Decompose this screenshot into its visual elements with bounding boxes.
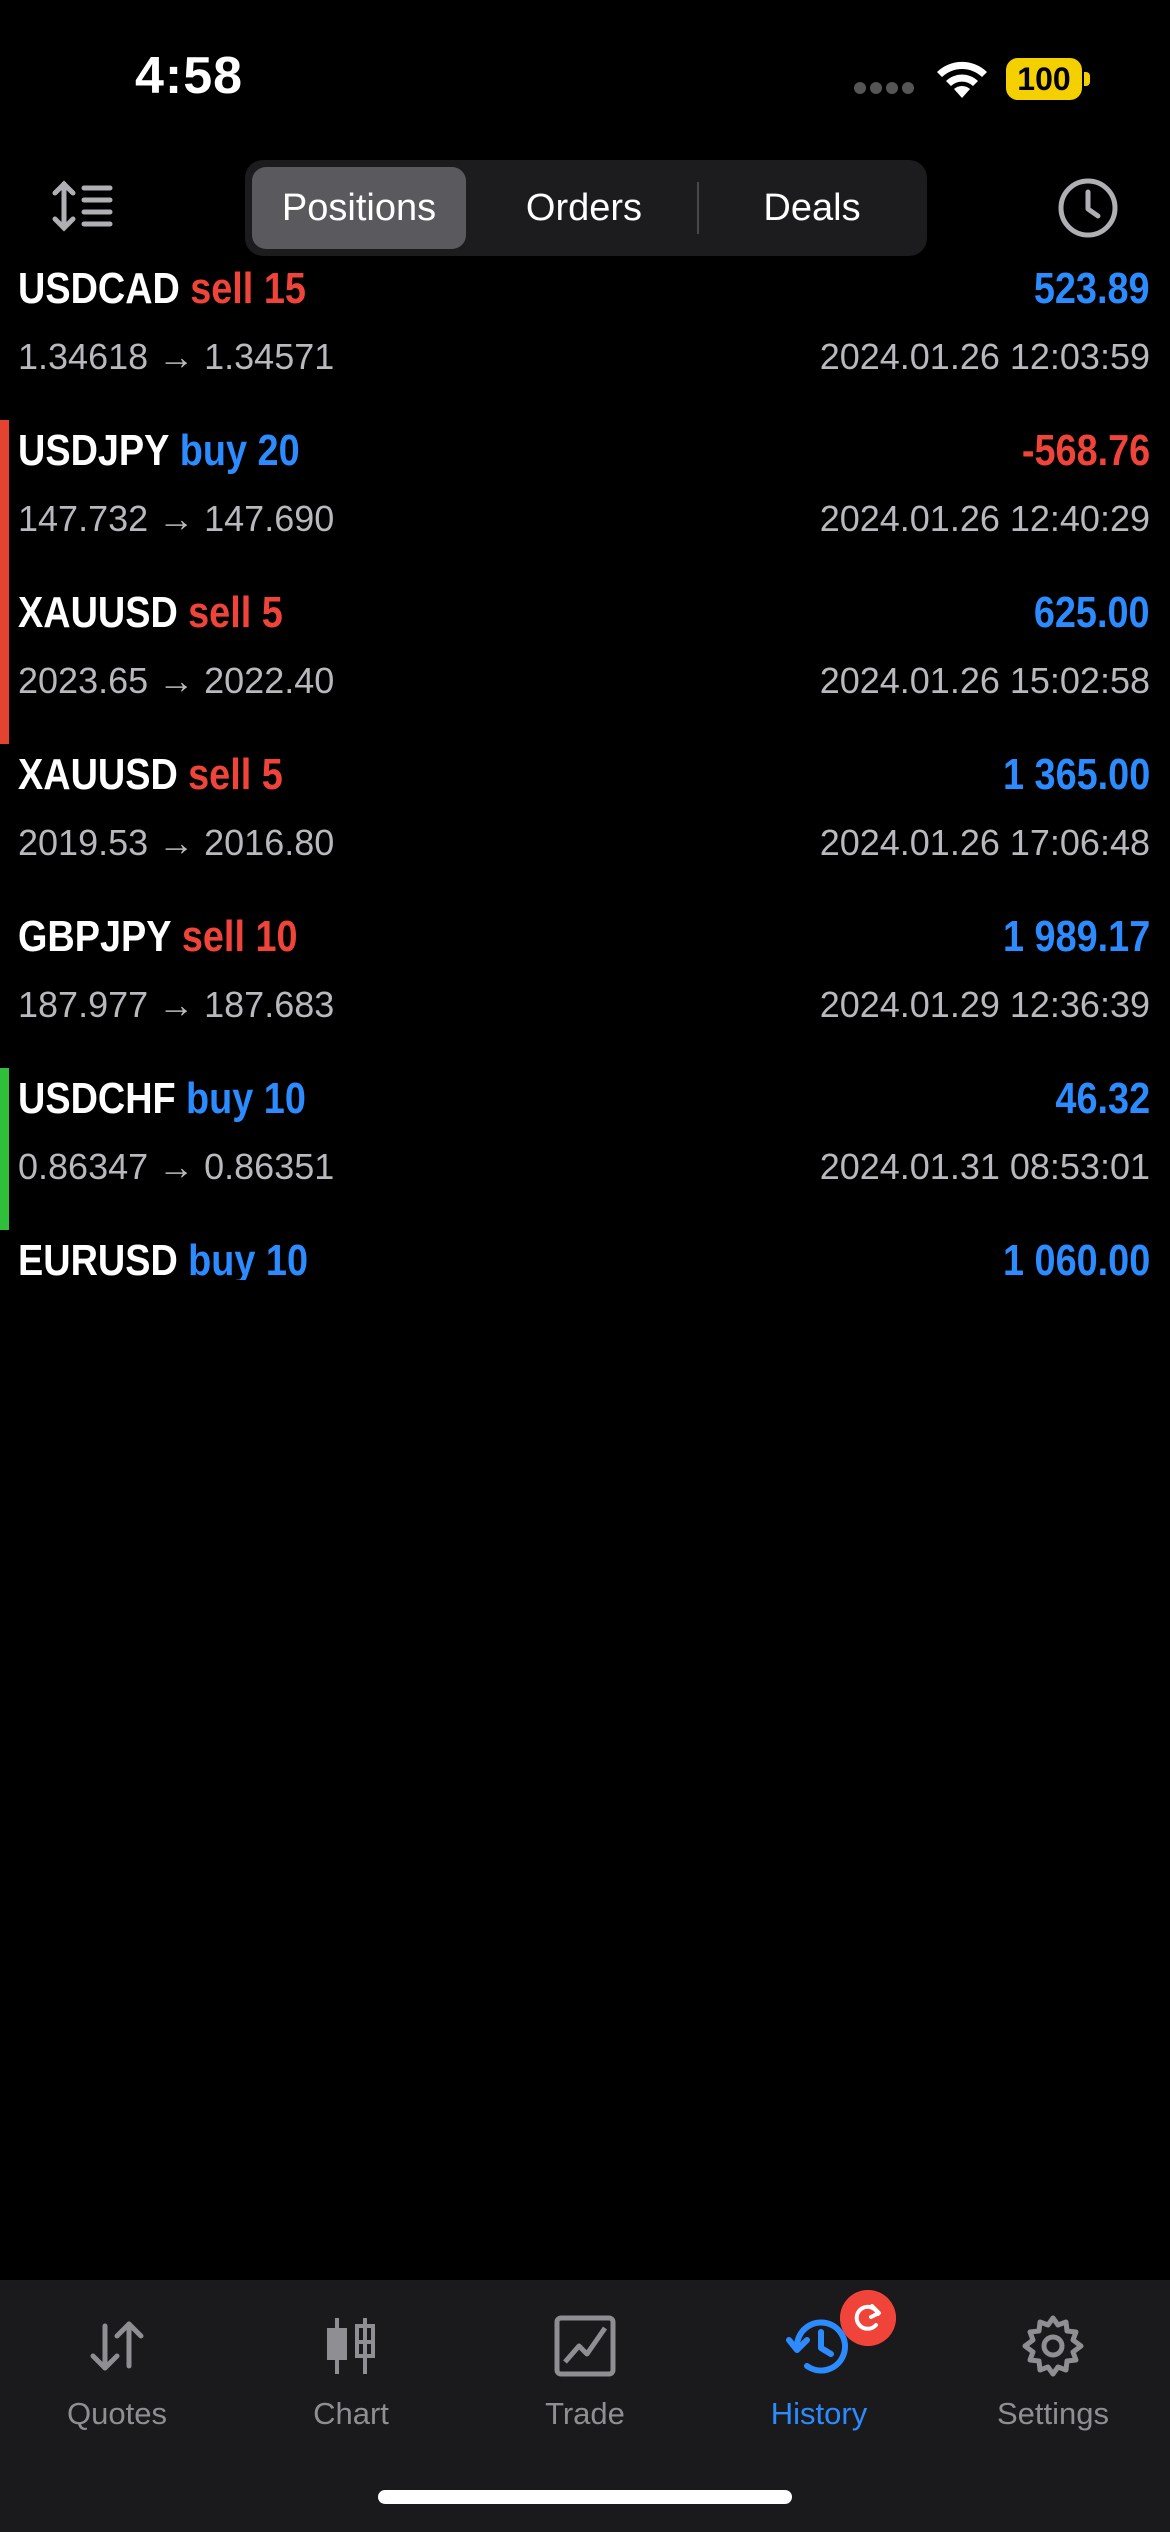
status-bar: 4:58 100	[0, 0, 1170, 150]
position-status-bar	[0, 1068, 9, 1230]
position-volume: 15	[263, 264, 306, 313]
refresh-badge-icon[interactable]	[840, 2290, 896, 2346]
tabbar-quotes[interactable]: Quotes	[0, 2302, 234, 2442]
position-pair: XAUUSD	[18, 750, 178, 799]
position-side-volume: buy 10	[188, 1236, 308, 1280]
position-volume: 10	[263, 1074, 306, 1123]
position-datetime: 2024.01.31 08:53:01	[819, 1146, 1150, 1187]
tab-deals[interactable]: Deals	[705, 167, 919, 249]
position-symbol: EURUSD buy 10	[18, 1236, 308, 1280]
position-volume: 5	[261, 750, 283, 799]
position-pair: GBPJPY	[18, 912, 172, 961]
position-datetime: 2024.01.26 12:40:29	[819, 498, 1150, 539]
position-profit: 625.00	[1034, 588, 1150, 637]
home-indicator	[378, 2490, 792, 2504]
segment-divider	[697, 182, 699, 234]
position-profit: 1 365.00	[1002, 750, 1150, 799]
position-symbol: USDCHF buy 10	[18, 1074, 306, 1124]
tabbar-chart-label: Chart	[313, 2396, 389, 2431]
position-prices: 1.34618 → 1.34571	[18, 336, 335, 377]
position-prices: 2019.53 → 2016.80	[18, 822, 335, 863]
position-prices: 147.732 → 147.690	[18, 498, 335, 539]
history-header: Positions Orders Deals	[0, 160, 1170, 256]
position-volume: 5	[261, 588, 283, 637]
period-clock-icon[interactable]	[1056, 176, 1120, 240]
position-pair: XAUUSD	[18, 588, 178, 637]
position-datetime: 2024.01.26 12:03:59	[819, 336, 1150, 377]
position-side: sell	[190, 264, 254, 313]
position-profit: 46.32	[1055, 1074, 1150, 1123]
position-side: buy	[179, 426, 248, 475]
position-profit: 1 060.00	[1002, 1236, 1150, 1280]
status-time: 4:58	[135, 47, 244, 105]
tabbar-settings-label: Settings	[996, 2396, 1109, 2431]
position-symbol: USDCAD sell 15	[18, 264, 306, 314]
position-profit: 523.89	[1034, 264, 1150, 313]
position-pair: USDJPY	[18, 426, 170, 475]
position-side-volume: buy 10	[186, 1074, 306, 1123]
trade-chart-icon	[554, 2315, 616, 2377]
tabbar-trade-label: Trade	[545, 2396, 625, 2431]
position-symbol: XAUUSD sell 5	[18, 750, 283, 800]
sort-icon[interactable]	[52, 178, 114, 234]
tabbar-history[interactable]: History	[702, 2302, 936, 2442]
positions-list[interactable]: USDCAD sell 15 523.89 1.34618 → 1.34571 2024…	[0, 258, 1170, 1280]
tab-orders[interactable]: Orders	[477, 167, 691, 249]
position-profit: 1 989.17	[1002, 912, 1150, 961]
position-status-bar	[0, 582, 9, 744]
position-side-volume: sell 5	[188, 588, 283, 637]
position-row[interactable]: USDCHF buy 10 46.32 0.86347 → 0.86351 2024.0…	[0, 1068, 1170, 1230]
candlestick-chart-icon	[327, 2318, 375, 2374]
position-side-volume: sell 10	[182, 912, 298, 961]
position-side-volume: buy 20	[180, 426, 300, 475]
position-row[interactable]: EURUSDbuy 101 060.001.08289 → 1.08395202…	[0, 1230, 1170, 1280]
position-volume: 20	[257, 426, 300, 475]
position-prices: 187.977 → 187.683	[18, 984, 335, 1025]
tabbar-settings[interactable]: Settings	[936, 2302, 1170, 2442]
position-prices: 0.86347 → 0.86351	[18, 1146, 335, 1187]
position-profit: -568.76	[1021, 426, 1150, 475]
position-symbol: GBPJPY sell 10	[18, 912, 298, 962]
position-row[interactable]: XAUUSD sell 5 1 365.00 2019.53 → 2016.80 202…	[0, 744, 1170, 906]
tabbar-trade[interactable]: Trade	[468, 2302, 702, 2442]
position-datetime: 2024.01.26 17:06:48	[819, 822, 1150, 863]
position-prices: 2023.65 → 2022.40	[18, 660, 335, 701]
position-pair: USDCAD	[18, 264, 180, 313]
position-side: buy	[188, 1236, 256, 1280]
position-side: sell	[188, 588, 252, 637]
battery-level: 100	[1006, 58, 1082, 100]
position-pair: EURUSD	[18, 1236, 178, 1280]
position-side: sell	[188, 750, 252, 799]
tabbar-chart[interactable]: Chart	[234, 2302, 468, 2442]
position-side-volume: sell 15	[190, 264, 306, 313]
position-side-volume: sell 5	[188, 750, 283, 799]
position-status-bar	[0, 420, 9, 582]
quotes-arrows-icon	[90, 2321, 144, 2371]
tabbar-history-label: History	[770, 2396, 868, 2431]
position-row[interactable]: USDJPY buy 20 -568.76 147.732 → 147.690 2024…	[0, 420, 1170, 582]
position-datetime: 2024.01.26 15:02:58	[819, 660, 1150, 701]
position-row[interactable]: USDCAD sell 15 523.89 1.34618 → 1.34571 2024…	[0, 258, 1170, 420]
history-segmented-control: Positions Orders Deals	[245, 160, 927, 256]
battery-icon: 100	[1006, 58, 1090, 100]
wifi-icon	[937, 61, 987, 98]
gear-icon	[1022, 2315, 1084, 2377]
position-datetime: 2024.01.29 12:36:39	[819, 984, 1150, 1025]
position-pair: USDCHF	[18, 1074, 176, 1123]
position-symbol: USDJPY buy 20	[18, 426, 300, 476]
position-row[interactable]: GBPJPY sell 10 1 989.17 187.977 → 187.683 20…	[0, 906, 1170, 1068]
position-volume: 10	[265, 1236, 309, 1280]
position-volume: 10	[255, 912, 298, 961]
position-side: buy	[185, 1074, 254, 1123]
position-row[interactable]: XAUUSD sell 5 625.00 2023.65 → 2022.40 2024.…	[0, 582, 1170, 744]
cellular-signal-icon	[854, 82, 914, 96]
tabbar-quotes-label: Quotes	[67, 2396, 167, 2431]
tab-positions[interactable]: Positions	[252, 167, 466, 249]
position-side: sell	[181, 912, 245, 961]
position-symbol: XAUUSD sell 5	[18, 588, 283, 638]
